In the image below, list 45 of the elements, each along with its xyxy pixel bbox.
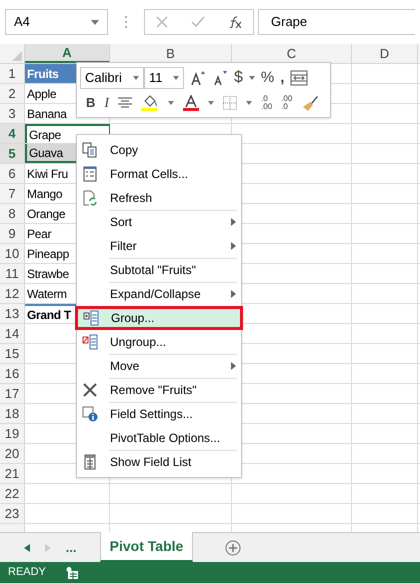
row-header[interactable]: 19	[0, 424, 25, 443]
row-header[interactable]: 16	[0, 364, 25, 383]
row-header[interactable]: 8	[0, 204, 25, 223]
name-box[interactable]: A4	[5, 9, 108, 35]
row-header[interactable]: 5	[0, 144, 25, 163]
more-sheets[interactable]: ...	[66, 538, 76, 558]
row-header[interactable]: 22	[0, 484, 25, 503]
row-header[interactable]: 18	[0, 404, 25, 423]
row-header[interactable]: 20	[0, 444, 25, 463]
status-text: READY	[8, 565, 46, 580]
row-header[interactable]: 10	[0, 244, 25, 263]
menu-item[interactable]: Remove "Fruits"	[77, 378, 241, 402]
row-header[interactable]: 21	[0, 464, 25, 483]
column-header[interactable]: D	[352, 44, 418, 63]
row-header[interactable]: 12	[0, 284, 25, 303]
column-header[interactable]: A	[25, 44, 110, 63]
row-header[interactable]: 14	[0, 324, 25, 343]
row-header[interactable]: 23	[0, 504, 25, 523]
row-header[interactable]: 13	[0, 304, 25, 323]
font-size-field[interactable]: 11	[144, 67, 184, 89]
row-header[interactable]: 11	[0, 264, 25, 283]
font-name-field[interactable]: Calibri	[80, 67, 144, 89]
menu-item[interactable]: PivotTable Options...	[77, 426, 241, 450]
sheet-tab[interactable]: Pivot Table	[100, 532, 193, 562]
row-header[interactable]: 15	[0, 344, 25, 363]
increase-decimal-button[interactable]: .0 .00	[261, 95, 272, 111]
row-header[interactable]: 1	[0, 64, 25, 83]
formula-field[interactable]: Grape	[258, 9, 415, 35]
currency-button[interactable]: $	[234, 66, 243, 90]
row-header[interactable]: 9	[0, 224, 25, 243]
decrease-decimal-button[interactable]: .00 .0	[281, 95, 292, 111]
comma-button[interactable]: ,	[280, 66, 284, 90]
row-header[interactable]: 7	[0, 184, 25, 203]
menu-item[interactable]: Group...	[75, 306, 243, 330]
menu-item[interactable]: Move	[77, 354, 241, 378]
menu-item[interactable]: Show Field List	[77, 450, 241, 474]
row-header[interactable]: 3	[0, 104, 25, 123]
percent-button[interactable]: %	[260, 66, 274, 90]
row-header[interactable]: 2	[0, 84, 25, 103]
row-header[interactable]: 4	[0, 124, 25, 143]
cell-reference: A4	[14, 13, 30, 32]
row-header[interactable]: 17	[0, 384, 25, 403]
menu-item[interactable]: Ungroup...	[77, 330, 241, 354]
row-header[interactable]: 6	[0, 164, 25, 183]
menu-item[interactable]: Field Settings...	[77, 402, 241, 426]
